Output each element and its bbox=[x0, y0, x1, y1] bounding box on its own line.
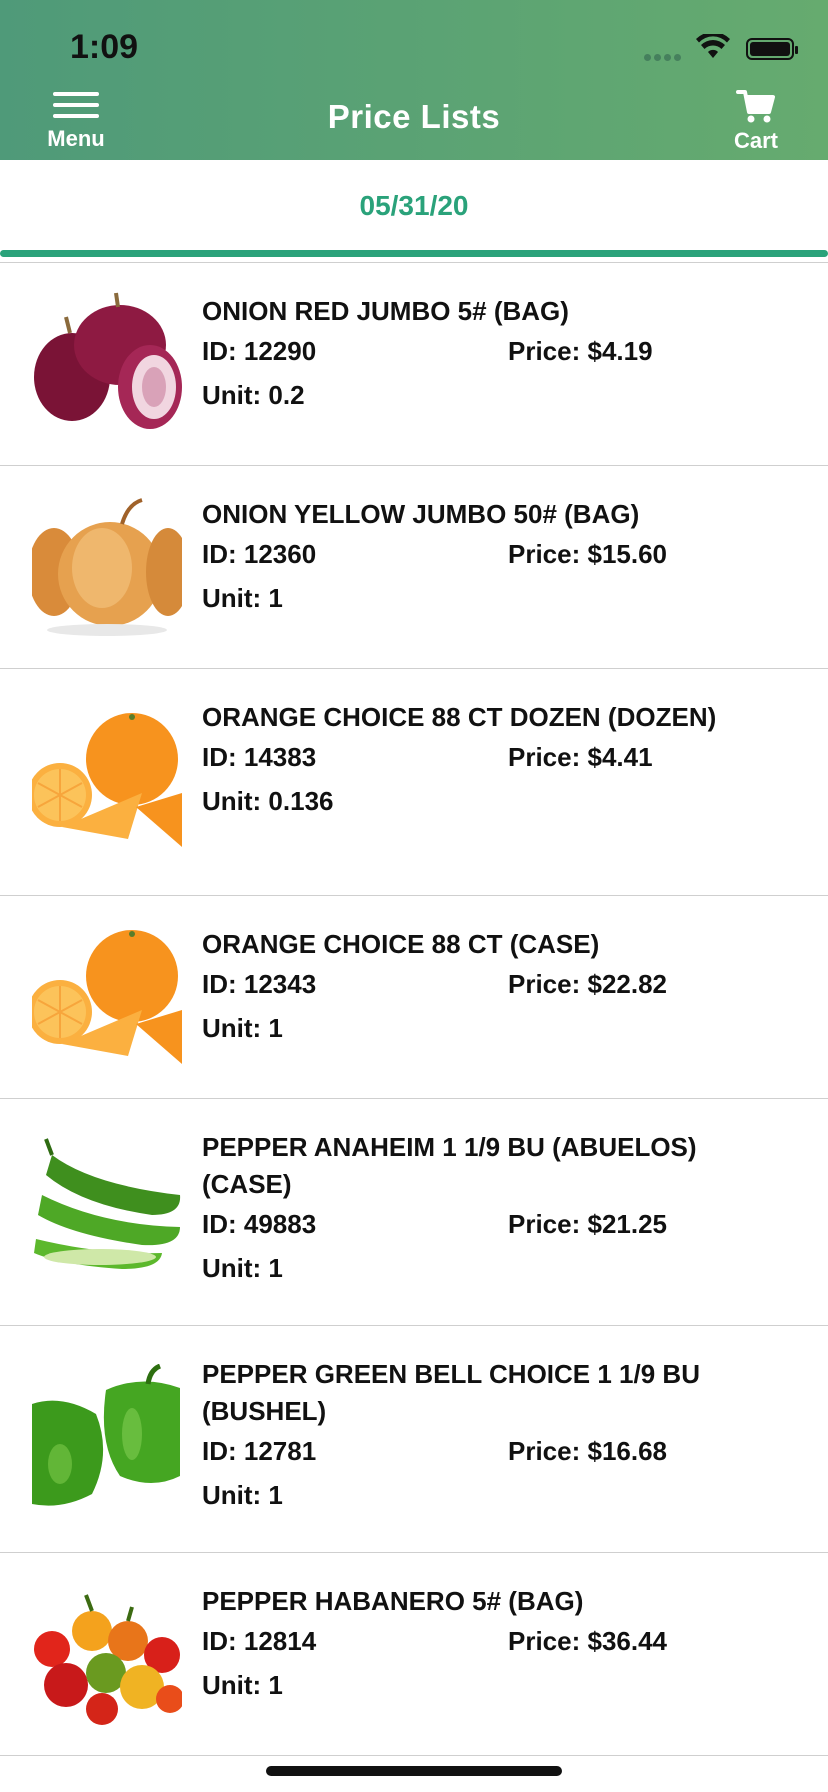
orange-image bbox=[32, 713, 182, 847]
wifi-icon bbox=[696, 34, 730, 58]
item-name: ONION YELLOW JUMBO 50# (BAG) bbox=[202, 499, 640, 529]
price-list: ONION RED JUMBO 5# (BAG) ID: 12290 Price:… bbox=[0, 262, 828, 1766]
item-id: ID: 12781 bbox=[202, 1436, 317, 1466]
list-item[interactable]: ORANGE CHOICE 88 CT DOZEN (DOZEN) ID: 14… bbox=[0, 668, 828, 895]
item-id: ID: 12814 bbox=[202, 1626, 317, 1656]
item-id: ID: 12290 bbox=[202, 336, 317, 366]
item-name: PEPPER HABANERO 5# (BAG) bbox=[202, 1586, 584, 1616]
item-name: ORANGE CHOICE 88 CT (CASE) bbox=[202, 929, 600, 959]
item-info: PEPPER ANAHEIM 1 1/9 BU (ABUELOS) (CASE)… bbox=[202, 1129, 808, 1284]
item-name: PEPPER ANAHEIM 1 1/9 BU (ABUELOS) (CASE) bbox=[202, 1132, 697, 1199]
list-item[interactable]: PEPPER HABANERO 5# (BAG) ID: 12814 Price:… bbox=[0, 1552, 828, 1755]
item-id: ID: 49883 bbox=[202, 1209, 317, 1239]
item-unit: Unit: 1 bbox=[202, 1253, 283, 1283]
item-price: Price: $16.68 bbox=[508, 1436, 668, 1466]
list-divider bbox=[0, 1755, 828, 1766]
item-price: Price: $15.60 bbox=[508, 539, 668, 569]
item-name: ONION RED JUMBO 5# (BAG) bbox=[202, 296, 569, 326]
item-price: Price: $36.44 bbox=[508, 1626, 668, 1656]
item-info: ORANGE CHOICE 88 CT DOZEN (DOZEN) ID: 14… bbox=[202, 699, 808, 817]
yellow-onion-image bbox=[32, 498, 182, 636]
item-info: PEPPER HABANERO 5# (BAG) ID: 12814 Price:… bbox=[202, 1583, 808, 1701]
list-item[interactable]: PEPPER ANAHEIM 1 1/9 BU (ABUELOS) (CASE)… bbox=[0, 1098, 828, 1325]
status-time: 1:09 bbox=[70, 28, 139, 66]
home-indicator bbox=[266, 1766, 562, 1776]
list-item[interactable]: ONION YELLOW JUMBO 50# (BAG) ID: 12360 Pr… bbox=[0, 465, 828, 668]
item-unit: Unit: 1 bbox=[202, 1013, 283, 1043]
item-unit: Unit: 1 bbox=[202, 583, 283, 613]
item-id: ID: 14383 bbox=[202, 742, 317, 772]
cart-button[interactable]: Cart bbox=[716, 88, 796, 158]
item-info: ONION RED JUMBO 5# (BAG) ID: 12290 Price:… bbox=[202, 293, 808, 411]
item-name: PEPPER GREEN BELL CHOICE 1 1/9 BU (BUSHE… bbox=[202, 1359, 700, 1426]
item-price: Price: $21.25 bbox=[508, 1209, 668, 1239]
item-unit: Unit: 0.2 bbox=[202, 380, 305, 410]
status-indicators bbox=[644, 34, 798, 68]
battery-icon bbox=[746, 38, 798, 60]
orange-image bbox=[32, 930, 182, 1064]
item-id: ID: 12360 bbox=[202, 539, 317, 569]
item-price: Price: $4.41 bbox=[508, 742, 653, 772]
item-info: PEPPER GREEN BELL CHOICE 1 1/9 BU (BUSHE… bbox=[202, 1356, 808, 1511]
anaheim-pepper-image bbox=[34, 1138, 181, 1269]
habanero-pepper-image bbox=[34, 1594, 182, 1725]
app-header: 1:09 Menu Price Lists Cart bbox=[0, 0, 828, 160]
item-unit: Unit: 1 bbox=[202, 1670, 283, 1700]
item-name: ORANGE CHOICE 88 CT DOZEN (DOZEN) bbox=[202, 702, 717, 732]
item-info: ONION YELLOW JUMBO 50# (BAG) ID: 12360 Pr… bbox=[202, 496, 808, 614]
date-label: 05/31/20 bbox=[359, 190, 469, 221]
list-item[interactable]: PEPPER GREEN BELL CHOICE 1 1/9 BU (BUSHE… bbox=[0, 1325, 828, 1552]
date-tab[interactable]: 05/31/20 bbox=[0, 160, 828, 248]
list-item[interactable]: ORANGE CHOICE 88 CT (CASE) ID: 12343 Pric… bbox=[0, 895, 828, 1098]
cellular-signal-icon bbox=[644, 48, 684, 61]
cart-icon bbox=[736, 90, 775, 123]
item-price: Price: $4.19 bbox=[508, 336, 653, 366]
list-item[interactable]: ONION RED JUMBO 5# (BAG) ID: 12290 Price:… bbox=[0, 262, 828, 465]
green-bell-pepper-image bbox=[32, 1364, 180, 1506]
item-unit: Unit: 1 bbox=[202, 1480, 283, 1510]
item-info: ORANGE CHOICE 88 CT (CASE) ID: 12343 Pric… bbox=[202, 926, 808, 1044]
cart-label: Cart bbox=[733, 128, 778, 153]
item-unit: Unit: 0.136 bbox=[202, 786, 334, 816]
page-title: Price Lists bbox=[327, 98, 501, 135]
item-price: Price: $22.82 bbox=[508, 969, 668, 999]
item-id: ID: 12343 bbox=[202, 969, 317, 999]
red-onion-image bbox=[34, 292, 182, 429]
date-tab-indicator bbox=[0, 250, 828, 257]
